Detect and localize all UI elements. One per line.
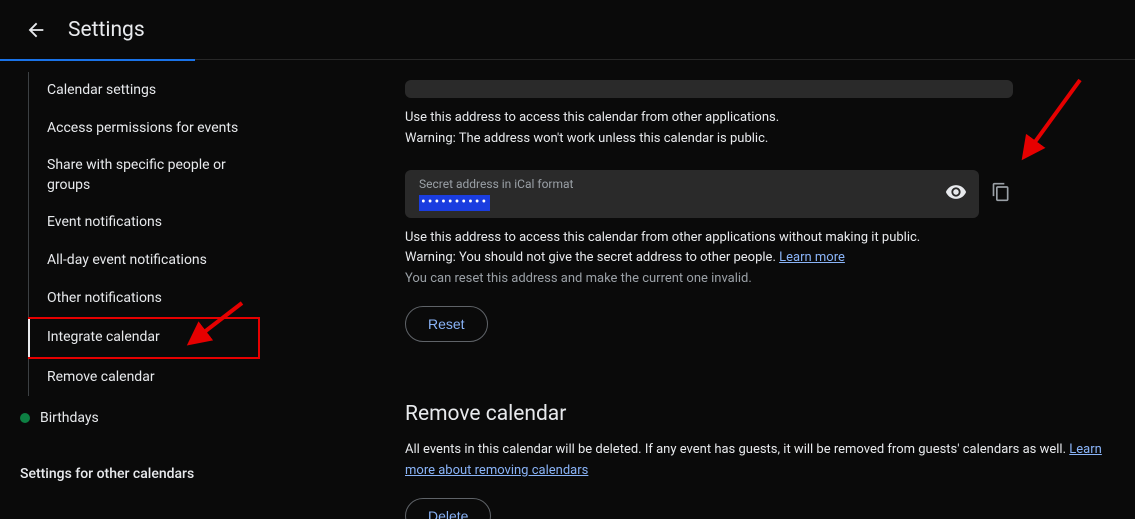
main-content: Use this address to access this calendar… — [260, 60, 1135, 519]
public-address-field[interactable] — [405, 80, 1013, 98]
sidebar-item-integrate-calendar[interactable]: Integrate calendar — [28, 317, 260, 359]
sidebar-item-access-permissions[interactable]: Access permissions for events — [29, 110, 260, 148]
reset-note: You can reset this address and make the … — [405, 269, 1111, 290]
remove-help-prefix: All events in this calendar will be dele… — [405, 442, 1069, 457]
sidebar-item-allday-notifications[interactable]: All-day event notifications — [29, 242, 260, 280]
page-title: Settings — [68, 18, 145, 42]
sidebar-item-birthdays[interactable]: Birthdays — [0, 396, 260, 436]
sidebar-item-share[interactable]: Share with specific people or groups — [29, 147, 260, 204]
sidebar-item-calendar-settings[interactable]: Calendar settings — [29, 72, 260, 110]
copy-icon[interactable] — [991, 182, 1011, 206]
delete-button[interactable]: Delete — [405, 498, 491, 519]
field-label: Secret address in iCal format — [419, 177, 965, 191]
secret-help-text: Use this address to access this calendar… — [405, 228, 1111, 249]
sidebar-section-other-calendars: Settings for other calendars — [0, 436, 260, 492]
warning-prefix: Warning: You should not give the secret … — [405, 250, 779, 265]
sidebar: Calendar settings Access permissions for… — [0, 60, 260, 519]
learn-more-link[interactable]: Learn more — [779, 250, 845, 265]
active-indicator — [28, 319, 30, 357]
remove-help-text: All events in this calendar will be dele… — [405, 440, 1111, 482]
remove-calendar-heading: Remove calendar — [405, 402, 1111, 426]
calendar-color-dot — [20, 413, 30, 423]
topbar: Settings — [0, 0, 1135, 60]
sidebar-item-event-notifications[interactable]: Event notifications — [29, 204, 260, 242]
sidebar-item-other-notifications[interactable]: Other notifications — [29, 280, 260, 318]
sidebar-item-label: Birthdays — [40, 410, 99, 426]
sidebar-item-remove-calendar[interactable]: Remove calendar — [29, 359, 260, 397]
eye-icon[interactable] — [945, 181, 967, 207]
sidebar-item-label: Integrate calendar — [47, 329, 160, 345]
secret-address-field[interactable]: Secret address in iCal format •••••••••• — [405, 170, 979, 218]
public-help-text-1: Use this address to access this calendar… — [405, 108, 1111, 129]
back-arrow-icon[interactable] — [24, 18, 48, 42]
field-value: •••••••••• — [419, 195, 490, 211]
public-help-text-2: Warning: The address won't work unless t… — [405, 129, 1111, 150]
secret-warning-text: Warning: You should not give the secret … — [405, 248, 1111, 269]
reset-button[interactable]: Reset — [405, 306, 488, 342]
